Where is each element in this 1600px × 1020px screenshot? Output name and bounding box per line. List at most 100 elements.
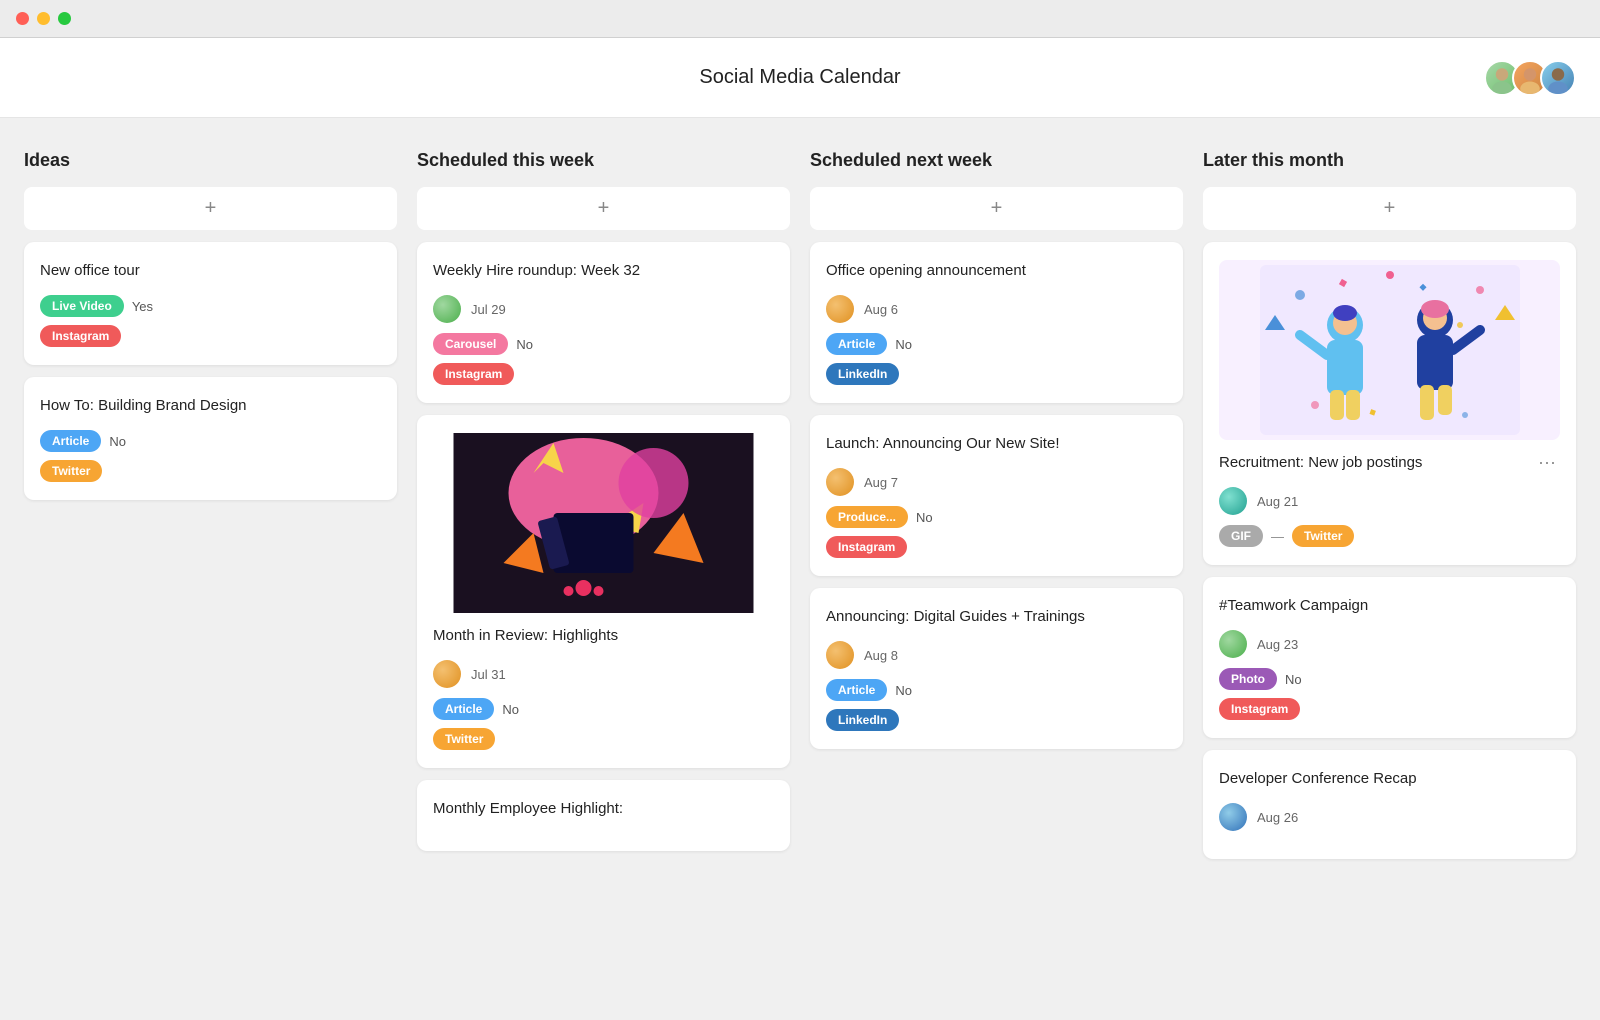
card-title: Office opening announcement (826, 260, 1167, 281)
tag-value: No (516, 337, 533, 352)
add-card-next-week[interactable]: + (810, 187, 1183, 230)
badge-gif: GIF (1219, 525, 1263, 547)
avatar-3[interactable] (1540, 60, 1576, 96)
column-scheduled-next-week: Scheduled next week + Office opening ann… (810, 150, 1183, 761)
card-date: Aug 8 (864, 648, 898, 663)
card-digital-guides: Announcing: Digital Guides + Trainings A… (810, 588, 1183, 749)
card-tags: Live Video Yes (40, 295, 381, 317)
card-title: New office tour (40, 260, 381, 281)
card-date: Aug 26 (1257, 810, 1298, 825)
card-title: Recruitment: New job postings (1219, 452, 1534, 473)
column-later-this-month: Later this month + (1203, 150, 1576, 871)
card-platform-tags: Twitter (433, 728, 774, 750)
tag-value: No (895, 683, 912, 698)
badge-twitter: Twitter (1292, 525, 1354, 547)
avatar-sm (826, 641, 854, 669)
card-meta: Aug 8 (826, 641, 1167, 669)
avatar-sm (1219, 803, 1247, 831)
card-date: Jul 31 (471, 667, 506, 682)
card-weekly-hire: Weekly Hire roundup: Week 32 Jul 29 Caro… (417, 242, 790, 403)
card-title-row: Recruitment: New job postings ··· (1219, 452, 1560, 487)
avatar-sm (433, 295, 461, 323)
card-meta: Aug 7 (826, 468, 1167, 496)
badge-linkedin: LinkedIn (826, 709, 899, 731)
column-header-ideas: Ideas (24, 150, 397, 171)
more-options-button[interactable]: ··· (1534, 452, 1560, 473)
card-developer-conference: Developer Conference Recap Aug 26 (1203, 750, 1576, 859)
card-platform-tags: Instagram (1219, 698, 1560, 720)
card-platform-tags: LinkedIn (826, 709, 1167, 731)
card-title: Developer Conference Recap (1219, 768, 1560, 789)
card-meta: Aug 21 (1219, 487, 1560, 515)
add-card-this-week[interactable]: + (417, 187, 790, 230)
app-title: Social Media Calendar (699, 66, 900, 89)
column-ideas: Ideas + New office tour Live Video Yes I… (24, 150, 397, 512)
card-title: Monthly Employee Highlight: (433, 798, 774, 819)
tag-value: No (895, 337, 912, 352)
card-meta: Aug 26 (1219, 803, 1560, 831)
card-title: Weekly Hire roundup: Week 32 (433, 260, 774, 281)
badge-instagram: Instagram (826, 536, 907, 558)
avatar-sm (826, 468, 854, 496)
minimize-button[interactable] (37, 12, 50, 25)
badge-photo: Photo (1219, 668, 1277, 690)
card-recruitment: Recruitment: New job postings ··· Aug 21… (1203, 242, 1576, 565)
dash-separator: — (1271, 529, 1284, 544)
card-title: Launch: Announcing Our New Site! (826, 433, 1167, 454)
card-title: How To: Building Brand Design (40, 395, 381, 416)
badge-carousel: Carousel (433, 333, 508, 355)
card-new-office-tour: New office tour Live Video Yes Instagram (24, 242, 397, 365)
card-platform-tags: Instagram (433, 363, 774, 385)
tag-value: No (109, 434, 126, 449)
card-launch-new-site: Launch: Announcing Our New Site! Aug 7 P… (810, 415, 1183, 576)
column-header-later: Later this month (1203, 150, 1576, 171)
badge-live-video: Live Video (40, 295, 124, 317)
tag-value: No (916, 510, 933, 525)
badge-instagram: Instagram (433, 363, 514, 385)
card-meta: Aug 6 (826, 295, 1167, 323)
avatar-sm (1219, 487, 1247, 515)
badge-instagram: Instagram (1219, 698, 1300, 720)
badge-instagram: Instagram (40, 325, 121, 347)
add-card-later[interactable]: + (1203, 187, 1576, 230)
card-teamwork-campaign: #Teamwork Campaign Aug 23 Photo No Insta… (1203, 577, 1576, 738)
close-button[interactable] (16, 12, 29, 25)
card-meta: Jul 29 (433, 295, 774, 323)
card-tags: Article No (433, 698, 774, 720)
card-tags: Produce... No (826, 506, 1167, 528)
card-platform-tags: Twitter (40, 460, 381, 482)
column-scheduled-this-week: Scheduled this week + Weekly Hire roundu… (417, 150, 790, 863)
card-tags: Article No (826, 679, 1167, 701)
card-employee-highlight: Monthly Employee Highlight: (417, 780, 790, 851)
card-meta: Aug 23 (1219, 630, 1560, 658)
badge-produce: Produce... (826, 506, 908, 528)
card-tags: Article No (40, 430, 381, 452)
board: Ideas + New office tour Live Video Yes I… (0, 118, 1600, 1018)
card-title: Announcing: Digital Guides + Trainings (826, 606, 1167, 627)
tag-value: No (1285, 672, 1302, 687)
badge-article: Article (40, 430, 101, 452)
badge-twitter: Twitter (433, 728, 495, 750)
tag-value: Yes (132, 299, 153, 314)
add-card-ideas[interactable]: + (24, 187, 397, 230)
card-brand-design: How To: Building Brand Design Article No… (24, 377, 397, 500)
badge-article: Article (826, 333, 887, 355)
card-tags: GIF — Twitter (1219, 525, 1560, 547)
card-meta: Jul 31 (433, 660, 774, 688)
card-date: Jul 29 (471, 302, 506, 317)
card-platform-tags: LinkedIn (826, 363, 1167, 385)
avatar-sm (433, 660, 461, 688)
card-date: Aug 21 (1257, 494, 1298, 509)
badge-article: Article (826, 679, 887, 701)
card-tags: Photo No (1219, 668, 1560, 690)
card-date: Aug 6 (864, 302, 898, 317)
card-title: #Teamwork Campaign (1219, 595, 1560, 616)
avatar-sm (1219, 630, 1247, 658)
card-date: Aug 7 (864, 475, 898, 490)
card-image (433, 433, 774, 613)
maximize-button[interactable] (58, 12, 71, 25)
tag-value: No (502, 702, 519, 717)
traffic-lights (16, 12, 71, 25)
titlebar (0, 0, 1600, 38)
card-date: Aug 23 (1257, 637, 1298, 652)
